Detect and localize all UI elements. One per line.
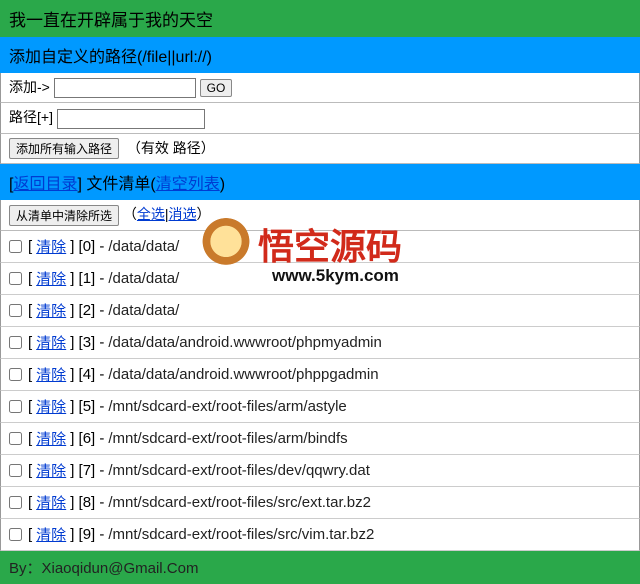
file-row: [清除] [4] - /data/data/android.wwwroot/ph… — [0, 359, 640, 391]
remove-link[interactable]: 清除 — [36, 300, 66, 321]
clear-list-link[interactable]: 清空列表 — [156, 176, 220, 193]
add-all-button[interactable]: 添加所有输入路径 — [9, 138, 119, 159]
file-checkbox[interactable] — [9, 400, 22, 413]
file-checkbox[interactable] — [9, 272, 22, 285]
file-path: /data/data/ — [108, 238, 179, 255]
file-row: [清除] [6] - /mnt/sdcard-ext/root-files/ar… — [0, 423, 640, 455]
file-list-label: 文件清单 — [86, 176, 150, 193]
toolbar-close: ） — [197, 206, 211, 222]
file-checkbox[interactable] — [9, 240, 22, 253]
deselect-link[interactable]: 消选 — [169, 206, 197, 222]
remove-link[interactable]: 清除 — [36, 428, 66, 449]
file-path: /data/data/android.wwwroot/phpmyadmin — [108, 334, 382, 351]
file-path: /mnt/sdcard-ext/root-files/arm/astyle — [108, 398, 346, 415]
file-checkbox[interactable] — [9, 464, 22, 477]
add-input[interactable] — [54, 78, 196, 98]
list-toolbar: 从清单中清除所选 （全选|消选） — [0, 200, 640, 231]
remove-selected-button[interactable]: 从清单中清除所选 — [9, 205, 119, 226]
remove-link[interactable]: 清除 — [36, 268, 66, 289]
add-all-row: 添加所有输入路径 （有效 路径） — [0, 134, 640, 165]
file-checkbox[interactable] — [9, 304, 22, 317]
add-label: 添加-> — [9, 79, 50, 95]
file-list-header: [返回目录] 文件清单(清空列表) — [0, 164, 640, 200]
file-row: [清除] [3] - /data/data/android.wwwroot/ph… — [0, 327, 640, 359]
remove-link[interactable]: 清除 — [36, 524, 66, 545]
path-row: 路径[+] — [0, 103, 640, 133]
toolbar-open: （ — [123, 206, 137, 222]
file-path: /mnt/sdcard-ext/root-files/dev/qqwry.dat — [108, 462, 370, 479]
file-checkbox[interactable] — [9, 368, 22, 381]
footer-text: By：Xiaoqidun@Gmail.Com — [0, 551, 640, 584]
file-checkbox[interactable] — [9, 432, 22, 445]
remove-link[interactable]: 清除 — [36, 492, 66, 513]
file-row: [清除] [5] - /mnt/sdcard-ext/root-files/ar… — [0, 391, 640, 423]
file-path: /mnt/sdcard-ext/root-files/src/ext.tar.b… — [108, 494, 371, 511]
path-input[interactable] — [57, 109, 205, 129]
remove-link[interactable]: 清除 — [36, 364, 66, 385]
file-path: /data/data/android.wwwroot/phppgadmin — [108, 366, 378, 383]
valid-path-text: （有效 路径） — [127, 140, 215, 156]
remove-link[interactable]: 清除 — [36, 332, 66, 353]
add-row: 添加-> GO — [0, 73, 640, 103]
remove-link[interactable]: 清除 — [36, 396, 66, 417]
file-row: [清除] [9] - /mnt/sdcard-ext/root-files/sr… — [0, 519, 640, 551]
file-row: [清除] [7] - /mnt/sdcard-ext/root-files/de… — [0, 455, 640, 487]
file-row: [清除] [0] - /data/data/ — [0, 231, 640, 263]
file-row: [清除] [8] - /mnt/sdcard-ext/root-files/sr… — [0, 487, 640, 519]
file-checkbox[interactable] — [9, 496, 22, 509]
select-all-link[interactable]: 全选 — [137, 206, 165, 222]
file-path: /mnt/sdcard-ext/root-files/arm/bindfs — [108, 430, 347, 447]
back-link[interactable]: 返回目录 — [13, 176, 77, 193]
go-button[interactable]: GO — [200, 79, 233, 97]
remove-link[interactable]: 清除 — [36, 460, 66, 481]
file-row: [清除] [2] - /data/data/ — [0, 295, 640, 327]
file-path: /data/data/ — [108, 302, 179, 319]
file-row: [清除] [1] - /data/data/ — [0, 263, 640, 295]
add-path-header: 添加自定义的路径(/file||url://) — [0, 37, 640, 73]
path-label: 路径[+] — [9, 109, 53, 125]
file-checkbox[interactable] — [9, 528, 22, 541]
app-title: 我一直在开辟属于我的天空 — [0, 0, 640, 37]
file-path: /mnt/sdcard-ext/root-files/src/vim.tar.b… — [108, 526, 374, 543]
remove-link[interactable]: 清除 — [36, 236, 66, 257]
file-checkbox[interactable] — [9, 336, 22, 349]
file-path: /data/data/ — [108, 270, 179, 287]
